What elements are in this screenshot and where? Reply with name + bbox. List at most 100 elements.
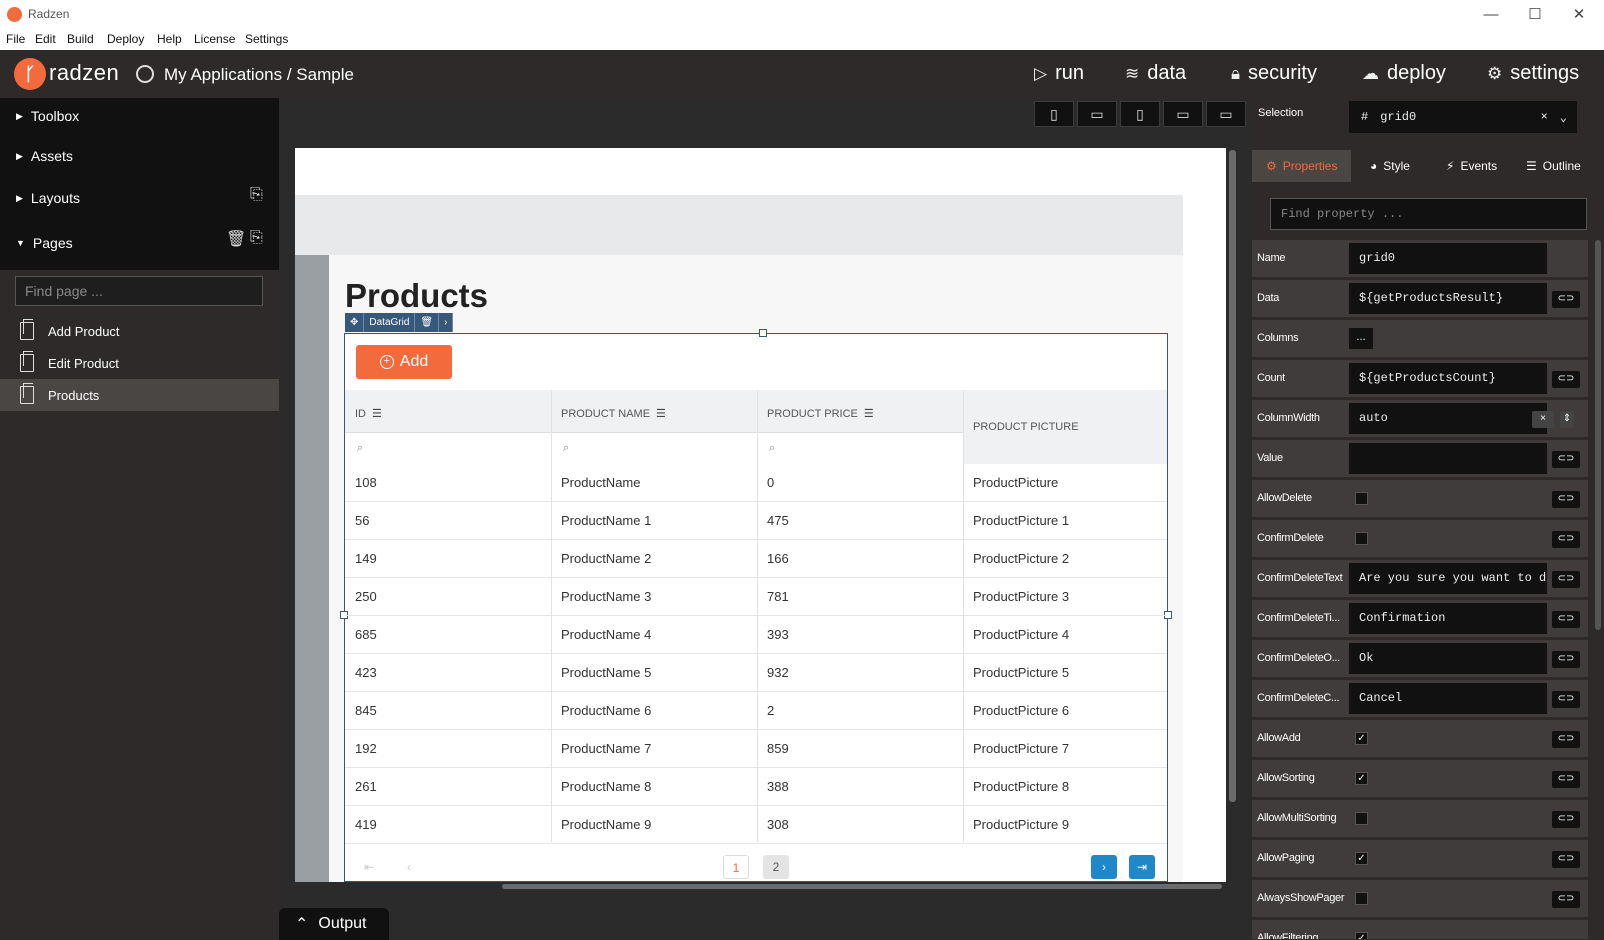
tab-properties[interactable]: ⚙ Properties	[1252, 150, 1352, 182]
tab-events[interactable]: ⚡︎ Events	[1432, 150, 1511, 182]
canvas-vertical-scrollbar[interactable]	[1229, 150, 1236, 802]
property-checkbox[interactable]: ✓	[1355, 772, 1368, 785]
property-checkbox[interactable]	[1355, 492, 1368, 505]
delete-component-icon[interactable]: 🗑︎	[415, 313, 440, 332]
binding-icon[interactable]: ⊂⊃	[1552, 811, 1580, 828]
maximize-button[interactable]: ☐	[1520, 4, 1550, 26]
menu-help[interactable]: Help	[157, 32, 182, 46]
filter-input-product-name[interactable]: ⌕	[551, 432, 757, 464]
tab-style[interactable]: ◕ Style	[1356, 150, 1424, 182]
move-icon[interactable]: ✥	[345, 313, 365, 332]
clear-icon[interactable]: ×	[1532, 411, 1554, 428]
property-checkbox[interactable]	[1355, 532, 1368, 545]
property-value-input[interactable]	[1349, 443, 1547, 474]
sort-icon[interactable]: ☰	[656, 407, 666, 420]
page-title[interactable]: Products	[345, 277, 488, 315]
sidebar-assets[interactable]: ▶ Assets	[16, 148, 73, 164]
table-row[interactable]: 685 ProductName 4 393 ProductPicture 4	[345, 616, 1167, 654]
property-value-input[interactable]: Are you sure you want to de	[1349, 563, 1547, 594]
table-row[interactable]: 261 ProductName 8 388 ProductPicture 8	[345, 768, 1167, 806]
sort-icon[interactable]: ☰	[864, 407, 874, 420]
binding-icon[interactable]: ⊂⊃	[1552, 771, 1580, 788]
sidebar-pages[interactable]: ▼ Pages	[16, 235, 73, 251]
property-checkbox[interactable]	[1355, 812, 1368, 825]
binding-icon[interactable]: ⊂⊃	[1552, 531, 1580, 548]
add-layout-icon[interactable]: ⎘	[250, 186, 263, 204]
table-row[interactable]: 56 ProductName 1 475 ProductPicture 1	[345, 502, 1167, 540]
binding-icon[interactable]: ⊂⊃	[1552, 651, 1580, 668]
brand-name[interactable]: radzen	[49, 60, 119, 86]
table-row[interactable]: 149 ProductName 2 166 ProductPicture 2	[345, 540, 1167, 578]
page-item-add-product[interactable]: Add Product	[0, 315, 279, 347]
output-toggle[interactable]: ⌃ Output	[279, 908, 389, 940]
add-button[interactable]: + Add	[356, 345, 452, 379]
filter-input-product-price[interactable]: ⌕	[757, 432, 963, 464]
edit-columns-button[interactable]: ...	[1349, 328, 1373, 349]
pager-last-icon[interactable]: ⇥	[1129, 855, 1155, 879]
table-row[interactable]: 419 ProductName 9 308 ProductPicture 9	[345, 806, 1167, 844]
binding-icon[interactable]: ⊂⊃	[1552, 291, 1580, 308]
selection-dropdown[interactable]: # grid0 × ⌄	[1349, 101, 1577, 133]
menu-settings[interactable]: Settings	[245, 32, 288, 46]
canvas-horizontal-scrollbar[interactable]	[502, 884, 1222, 889]
binding-icon[interactable]: ⊂⊃	[1552, 611, 1580, 628]
close-button[interactable]: ✕	[1564, 4, 1594, 26]
pager-next-icon[interactable]: ›	[1091, 855, 1117, 879]
nav-data[interactable]: ≋ data	[1125, 62, 1186, 85]
property-checkbox[interactable]: ✓	[1355, 852, 1368, 865]
pager-prev-icon[interactable]: ‹	[396, 855, 422, 879]
property-checkbox[interactable]: ✓	[1355, 932, 1368, 939]
device-desktop-button[interactable]: ▭	[1206, 101, 1246, 127]
chevron-down-icon[interactable]: ⌄	[1560, 110, 1567, 125]
find-page-input[interactable]	[15, 276, 263, 306]
page-item-products[interactable]: Products	[0, 379, 279, 411]
clear-icon[interactable]: ×	[1541, 110, 1548, 124]
menu-license[interactable]: License	[194, 32, 235, 46]
column-header-id[interactable]: ID ☰ ⌕	[345, 390, 551, 464]
property-value-input[interactable]: ${getProductsCount}	[1349, 363, 1547, 394]
trash-icon[interactable]: 🗑︎	[226, 229, 246, 249]
device-tablet-portrait-button[interactable]: ▯	[1120, 101, 1160, 127]
minimize-button[interactable]: —	[1476, 4, 1506, 26]
property-checkbox[interactable]	[1355, 892, 1368, 905]
property-value-input[interactable]: grid0	[1349, 243, 1547, 274]
resize-handle-top[interactable]	[759, 329, 767, 337]
binding-icon[interactable]: ⊂⊃	[1552, 491, 1580, 508]
binding-icon[interactable]: ⊂⊃	[1552, 731, 1580, 748]
pager-page-2[interactable]: 2	[763, 855, 789, 879]
chevron-right-icon[interactable]: ›	[439, 313, 454, 332]
table-row[interactable]: 192 ProductName 7 859 ProductPicture 7	[345, 730, 1167, 768]
find-property-input[interactable]	[1270, 198, 1587, 230]
property-value-input[interactable]: Cancel	[1349, 683, 1547, 714]
column-header-product-price[interactable]: PRODUCT PRICE ☰ ⌕	[757, 390, 963, 464]
menu-build[interactable]: Build	[67, 32, 94, 46]
add-page-icon[interactable]: ⎘	[250, 229, 263, 247]
pager-first-icon[interactable]: ⇤	[356, 855, 382, 879]
binding-icon[interactable]: ⊂⊃	[1552, 891, 1580, 908]
tab-outline[interactable]: ☰ Outline	[1512, 150, 1595, 182]
binding-icon[interactable]: ⊂⊃	[1552, 851, 1580, 868]
property-value-input[interactable]: ${getProductsResult}	[1349, 283, 1547, 314]
property-checkbox[interactable]: ✓	[1355, 732, 1368, 745]
properties-scrollbar[interactable]	[1595, 240, 1601, 630]
table-row[interactable]: 845 ProductName 6 2 ProductPicture 6	[345, 692, 1167, 730]
device-phone-landscape-button[interactable]: ▭	[1077, 101, 1117, 127]
property-value-input[interactable]: auto	[1349, 403, 1547, 434]
property-value-input[interactable]: Ok	[1349, 643, 1547, 674]
sidebar-layouts[interactable]: ▶ Layouts	[16, 190, 80, 206]
stepper-icon[interactable]: ⇕	[1560, 411, 1574, 428]
sort-icon[interactable]: ☰	[372, 407, 382, 420]
menu-deploy[interactable]: Deploy	[107, 32, 144, 46]
breadcrumb[interactable]: My Applications / Sample	[164, 65, 354, 85]
table-row[interactable]: 250 ProductName 3 781 ProductPicture 3	[345, 578, 1167, 616]
binding-icon[interactable]: ⊂⊃	[1552, 571, 1580, 588]
column-header-product-name[interactable]: PRODUCT NAME ☰ ⌕	[551, 390, 757, 464]
nav-settings[interactable]: ⚙ settings	[1487, 62, 1579, 85]
binding-icon[interactable]: ⊂⊃	[1552, 691, 1580, 708]
filter-input-id[interactable]: ⌕	[345, 432, 551, 464]
device-laptop-button[interactable]: ▭	[1163, 101, 1203, 127]
applications-icon[interactable]	[136, 65, 154, 83]
sidebar-toolbox[interactable]: ▶ Toolbox	[16, 108, 79, 124]
binding-icon[interactable]: ⊂⊃	[1552, 371, 1580, 388]
nav-run[interactable]: ▷ run	[1034, 62, 1084, 85]
